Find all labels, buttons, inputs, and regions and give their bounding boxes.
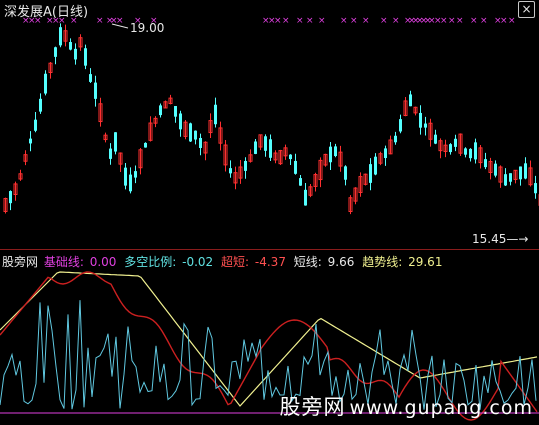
candle-down xyxy=(179,113,182,130)
candle-down xyxy=(374,156,377,175)
marker-x: × xyxy=(318,16,326,26)
candle-down xyxy=(174,106,177,117)
candle-down xyxy=(449,144,452,153)
candle-down xyxy=(54,47,57,57)
candle-down xyxy=(74,48,77,60)
candle-down xyxy=(84,48,87,66)
candle-down xyxy=(329,146,332,163)
short-line-label: 短线: 9.66 xyxy=(293,255,355,269)
candle-down xyxy=(229,168,232,174)
chart-window: × × × × × × × × × × × × × × × × × × × × × × × × × × × × × × × × × × × × × × × ×… xyxy=(0,0,539,425)
marker-x: × xyxy=(500,16,508,26)
marker-x: × xyxy=(470,16,478,26)
candle-down xyxy=(289,154,292,160)
marker-x: × xyxy=(456,16,464,26)
candle-down xyxy=(94,82,97,99)
marker-x: × xyxy=(380,16,388,26)
candle-down xyxy=(294,160,297,174)
trend-line-label: 趋势线: 29.61 xyxy=(362,255,443,269)
stock-title: 深发展A(日线) xyxy=(4,1,88,20)
marker-x: × xyxy=(340,16,348,26)
candle-down xyxy=(59,27,62,46)
marker-x: × xyxy=(282,16,290,26)
marker-x: × xyxy=(274,16,282,26)
candle-down xyxy=(399,119,402,132)
candle-down xyxy=(134,171,137,178)
candle-down xyxy=(434,134,437,144)
marker-x: × xyxy=(480,16,488,26)
candle-down xyxy=(419,112,422,128)
candle-down xyxy=(69,42,72,50)
candle-down xyxy=(484,159,487,168)
candle-down xyxy=(124,167,127,186)
candle-down xyxy=(114,132,117,152)
marker-x: × xyxy=(296,16,304,26)
marker-x: × xyxy=(362,16,370,26)
super-short-label: 超短: -4.37 xyxy=(221,255,286,269)
marker-x: × xyxy=(448,16,456,26)
candle-down xyxy=(109,148,112,159)
candle-down xyxy=(199,137,202,149)
base-line-label: 基础线: 0.00 xyxy=(43,255,117,269)
marker-x: × xyxy=(96,16,104,26)
indicator-legend: 股旁网 基础线: 0.00 多空比例: -0.02 超短: -4.37 短线: … xyxy=(2,253,446,270)
close-icon[interactable]: × xyxy=(518,1,535,18)
marker-x: × xyxy=(116,16,124,26)
ratio-label: 多空比例: -0.02 xyxy=(124,255,214,269)
candle-down xyxy=(144,142,147,148)
candle-down xyxy=(344,166,347,180)
candle-down xyxy=(9,191,12,204)
marker-x: × xyxy=(392,16,400,26)
high-price-label: 19.00 xyxy=(130,21,165,35)
panel-divider xyxy=(0,249,539,250)
candle-down xyxy=(254,141,257,154)
candle-down xyxy=(39,98,42,112)
candle-down xyxy=(504,174,507,186)
candle-down xyxy=(44,73,47,94)
candle-down xyxy=(269,139,272,158)
candle-down xyxy=(519,166,522,180)
candle-down xyxy=(159,105,162,116)
candle-down xyxy=(424,123,427,128)
candle-down xyxy=(214,104,217,125)
candle-down xyxy=(299,178,302,186)
candle-down xyxy=(394,135,397,143)
candle-down xyxy=(34,119,37,131)
candle-down xyxy=(304,189,307,206)
site-label: 股旁网 xyxy=(2,255,39,269)
candle-down xyxy=(244,160,247,171)
marker-x: × xyxy=(440,16,448,26)
candle-down xyxy=(129,174,132,192)
candle-down xyxy=(384,148,387,159)
candle-down xyxy=(369,164,372,183)
period-label: (日线) xyxy=(51,5,89,20)
candle-down xyxy=(509,173,512,182)
candle-down xyxy=(534,183,537,194)
candle-down xyxy=(189,123,192,142)
candle-down xyxy=(464,148,467,155)
marker-x: × xyxy=(508,16,516,26)
chart-canvas[interactable]: ××× ××× × × ××× × × ××× × × × × × × × × × ××××××××× × × × × ××… xyxy=(0,0,539,425)
watermark-url: www.gupang.com xyxy=(349,397,533,419)
candle-down xyxy=(194,130,197,140)
candle-down xyxy=(264,136,267,151)
candle-down xyxy=(524,163,527,179)
stock-name: 深发展A xyxy=(4,5,52,20)
low-price-label: 15.45—→ xyxy=(472,232,528,246)
candle-down xyxy=(469,148,472,159)
watermark-cn: 股旁网 xyxy=(279,395,346,419)
candle-down xyxy=(494,163,497,176)
marker-x: × xyxy=(306,16,314,26)
candle-down xyxy=(474,142,477,160)
low-price-value: 15.45 xyxy=(472,232,507,246)
arrow-right-icon: —→ xyxy=(506,232,529,246)
marker-x: × xyxy=(350,16,358,26)
candle-down xyxy=(334,146,337,157)
candle-down xyxy=(454,138,457,147)
candle-down xyxy=(29,138,32,144)
candle-down xyxy=(89,74,92,82)
watermark: 股旁网 www.gupang.com xyxy=(280,391,533,421)
candle-down xyxy=(409,94,412,107)
